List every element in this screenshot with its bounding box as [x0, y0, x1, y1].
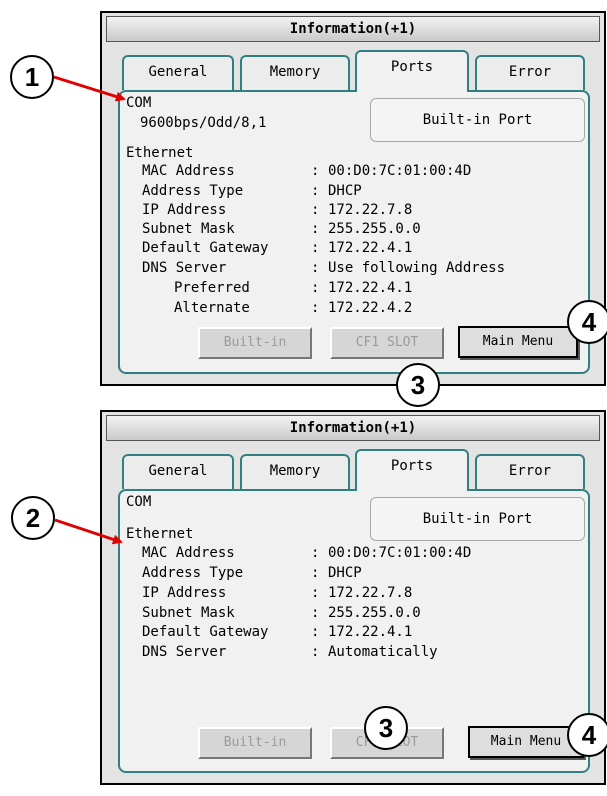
- callout-3: 3: [364, 706, 408, 750]
- callout-1: 1: [10, 55, 54, 99]
- callout-2: 2: [11, 496, 55, 540]
- callout-3: 3: [396, 363, 440, 407]
- callout-arrows: [53, 75, 126, 545]
- arrow-1: [53, 75, 126, 102]
- arrow-2: [54, 518, 123, 545]
- callout-4: 4: [567, 713, 607, 757]
- callout-4: 4: [567, 300, 607, 344]
